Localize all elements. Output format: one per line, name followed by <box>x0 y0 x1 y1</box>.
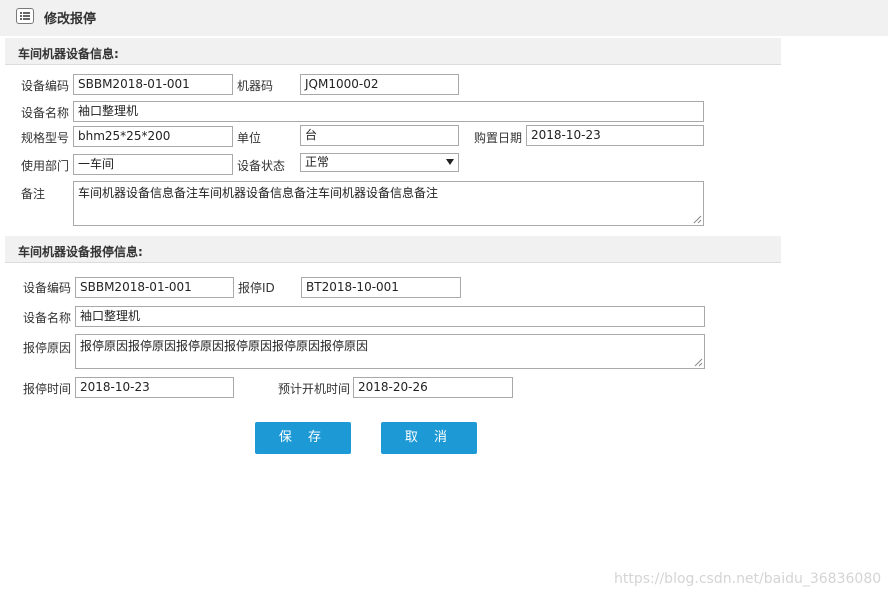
stop-equipment-name-input[interactable]: 袖口整理机 <box>75 306 705 327</box>
chevron-down-icon[interactable] <box>446 159 454 165</box>
purchase-date-input[interactable]: 2018-10-23 <box>526 125 704 146</box>
section-equipment-info: 车间机器设备信息: <box>5 38 781 65</box>
remark-label: 备注 <box>21 187 46 201</box>
section-stop-info-title: 车间机器设备报停信息: <box>18 245 143 259</box>
stop-equipment-code-input[interactable]: SBBM2018-01-001 <box>75 277 234 298</box>
department-label: 使用部门 <box>21 159 70 173</box>
spec-model-label: 规格型号 <box>21 131 70 145</box>
equipment-name-label: 设备名称 <box>21 106 70 120</box>
restart-time-label: 预计开机时间 <box>278 382 351 396</box>
remark-textarea[interactable]: 车间机器设备信息备注车间机器设备信息备注车间机器设备信息备注 <box>73 181 704 226</box>
equipment-name-input[interactable]: 袖口整理机 <box>73 101 704 122</box>
machine-code-input[interactable]: JQM1000-02 <box>300 74 459 95</box>
stop-equipment-code-label: 设备编码 <box>23 281 72 295</box>
list-icon <box>16 8 34 24</box>
save-button[interactable]: 保 存 <box>255 422 351 454</box>
section-equipment-info-title: 车间机器设备信息: <box>18 47 119 61</box>
restart-time-input[interactable]: 2018-20-26 <box>353 377 513 398</box>
page-header: 修改报停 <box>0 0 888 36</box>
purchase-date-label: 购置日期 <box>474 131 523 145</box>
stop-time-input[interactable]: 2018-10-23 <box>75 377 234 398</box>
resize-grip-icon[interactable] <box>694 358 703 367</box>
department-input[interactable]: 一车间 <box>73 154 233 175</box>
cancel-button[interactable]: 取 消 <box>381 422 477 454</box>
stop-id-input[interactable]: BT2018-10-001 <box>301 277 461 298</box>
spec-model-input[interactable]: bhm25*25*200 <box>73 126 233 147</box>
stop-equipment-name-label: 设备名称 <box>23 311 72 325</box>
resize-grip-icon[interactable] <box>693 215 702 224</box>
stop-reason-text: 报停原因报停原因报停原因报停原因报停原因报停原因 <box>80 339 369 353</box>
status-select[interactable]: 正常 <box>300 153 459 172</box>
page-title: 修改报停 <box>44 12 97 27</box>
unit-label: 单位 <box>237 131 262 145</box>
status-select-value: 正常 <box>305 155 330 169</box>
equipment-code-input[interactable]: SBBM2018-01-001 <box>73 74 233 95</box>
watermark: https://blog.csdn.net/baidu_36836080 <box>614 571 882 587</box>
equipment-code-label: 设备编码 <box>21 79 70 93</box>
stop-reason-textarea[interactable]: 报停原因报停原因报停原因报停原因报停原因报停原因 <box>75 334 705 369</box>
remark-text: 车间机器设备信息备注车间机器设备信息备注车间机器设备信息备注 <box>78 186 439 200</box>
machine-code-label: 机器码 <box>237 79 274 93</box>
section-stop-info: 车间机器设备报停信息: <box>5 236 781 263</box>
status-label: 设备状态 <box>237 159 286 173</box>
unit-input[interactable]: 台 <box>300 125 459 146</box>
stop-reason-label: 报停原因 <box>23 341 72 355</box>
stop-id-label: 报停ID <box>238 281 275 295</box>
stop-time-label: 报停时间 <box>23 382 72 396</box>
